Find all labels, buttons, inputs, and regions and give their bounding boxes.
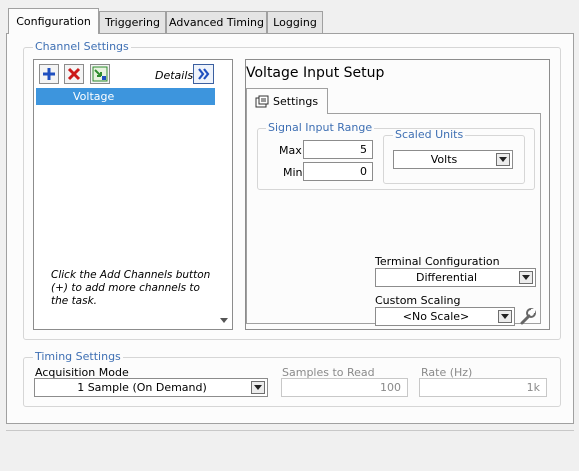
channel-list-scrollbar[interactable] [216,105,232,329]
max-label: Max [279,144,302,157]
expand-details-icon [197,68,209,80]
add-channel-button[interactable] [39,64,59,84]
remove-channel-button[interactable] [64,64,84,84]
min-label: Min [283,166,303,179]
rate-value: 1k [526,381,540,394]
signal-input-range-title: Signal Input Range [266,121,375,134]
max-value: 5 [360,143,367,156]
custom-scaling-select[interactable]: <No Scale> [375,307,515,326]
channel-name: Voltage [73,90,115,103]
setup-title: Voltage Input Setup [246,65,385,81]
configure-channel-button[interactable] [90,64,110,84]
max-input[interactable]: 5 [303,140,373,159]
add-icon [43,68,55,80]
channel-list-item[interactable]: Voltage [36,88,215,105]
voltage-input-setup-panel: Voltage Input Setup Settings Signal Inpu… [245,59,550,330]
channel-settings-title: Channel Settings [33,40,131,53]
tab-label: Triggering [105,16,160,29]
dropdown-button[interactable] [251,381,265,394]
custom-scaling-value: <No Scale> [402,310,470,323]
chevron-down-icon [499,157,507,162]
terminal-config-value: Differential [415,271,478,284]
add-channels-hint: Click the Add Channels button (+) to add… [51,269,211,307]
timing-settings-title: Timing Settings [33,350,123,363]
terminal-config-label: Terminal Configuration [375,255,500,268]
chevron-down-icon [501,314,509,319]
min-value: 0 [360,165,367,178]
chevron-down-icon [254,385,262,390]
terminal-config-select[interactable]: Differential [375,268,536,287]
scaled-units-title: Scaled Units [393,128,466,141]
remove-icon [67,67,81,81]
tab-label: Logging [273,16,317,29]
channel-list[interactable]: Details Voltage Click the Add Channels b… [33,59,233,330]
samples-to-read-value: 100 [380,381,401,394]
tab-label: Advanced Timing [169,16,264,29]
dropdown-button[interactable] [519,271,533,284]
expand-details-button[interactable] [193,64,214,84]
tab-configuration[interactable]: Configuration [8,8,99,34]
rate-input: 1k [419,378,547,397]
details-label: Details [155,69,194,82]
tab-label: Settings [273,95,319,108]
tab-logging[interactable]: Logging [267,11,323,33]
scaled-units-value: Volts [430,153,458,166]
tab-settings[interactable]: Settings [246,88,328,114]
chevron-down-icon[interactable] [220,318,228,324]
chevron-down-icon [522,275,530,280]
tab-advanced-timing[interactable]: Advanced Timing [166,11,267,33]
acquisition-mode-select[interactable]: 1 Sample (On Demand) [34,378,268,397]
bottom-divider [6,430,574,431]
tab-triggering[interactable]: Triggering [99,11,166,33]
acquisition-mode-value: 1 Sample (On Demand) [77,381,207,394]
dropdown-button[interactable] [498,310,512,323]
wrench-icon[interactable] [519,307,537,325]
dropdown-button[interactable] [496,153,510,166]
min-input[interactable]: 0 [303,162,373,181]
custom-scaling-label: Custom Scaling [375,294,461,307]
scaled-units-select[interactable]: Volts [393,150,513,169]
settings-tab-icon [255,95,269,108]
tab-label: Configuration [16,15,91,28]
config-icon [92,66,108,82]
settings-panel: Signal Input Range Max 5 Min 0 Scaled Un… [246,113,541,326]
samples-to-read-input: 100 [281,378,408,397]
